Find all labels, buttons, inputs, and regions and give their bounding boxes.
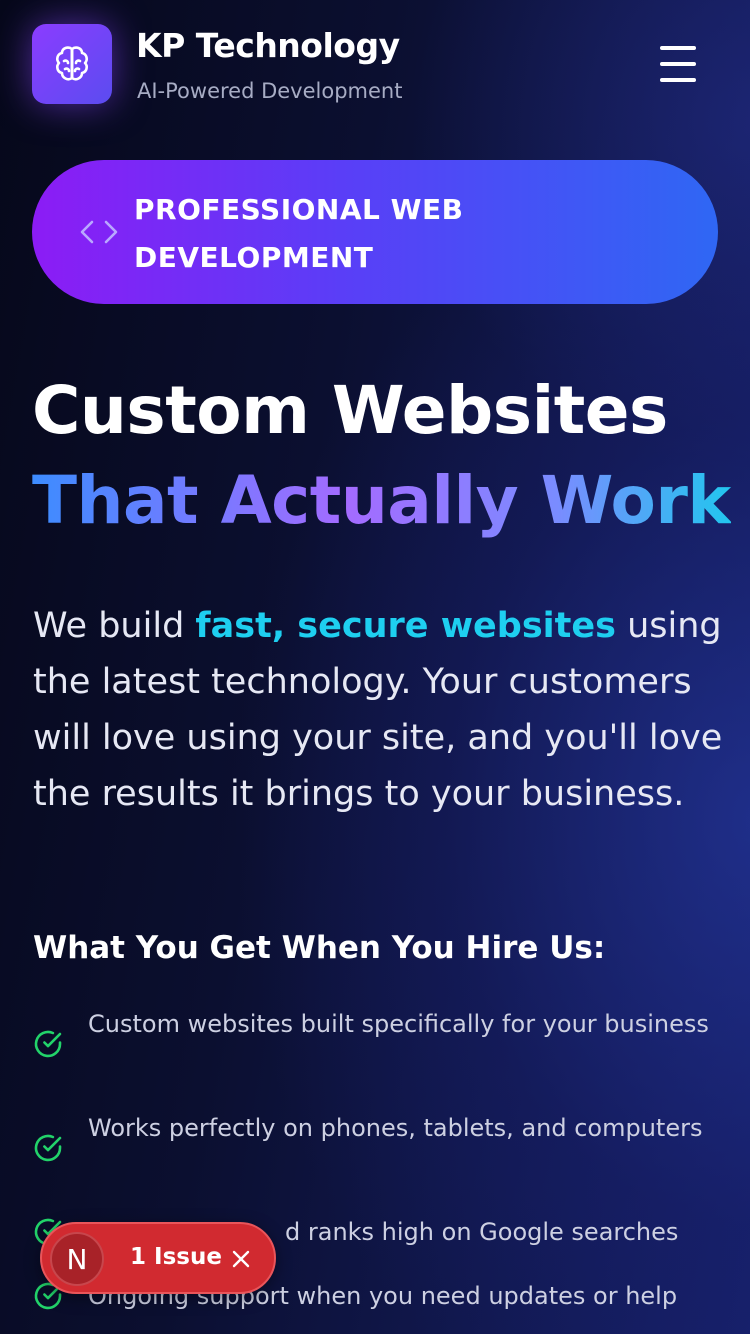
headline-line-2: That Actually Work [32, 462, 731, 539]
close-icon[interactable] [232, 1250, 250, 1268]
lead-prefix: We build [33, 606, 196, 646]
code-brackets-icon [80, 220, 118, 244]
page: KP Technology AI-Powered Development PRO… [0, 0, 750, 1334]
issue-avatar[interactable]: N [50, 1232, 104, 1286]
issue-count-label[interactable]: 1 Issue [130, 1244, 222, 1270]
check-circle-icon [34, 1030, 62, 1058]
badge-label: PROFESSIONAL WEB DEVELOPMENT [134, 193, 464, 274]
benefits-heading: What You Get When You Hire Us: [33, 930, 606, 966]
headline-line-1: Custom Websites [32, 372, 668, 449]
lead-paragraph: We build fast, secure websites using the… [33, 598, 723, 822]
logo[interactable] [32, 24, 112, 104]
brand-subtitle: AI-Powered Development [137, 79, 403, 103]
hamburger-menu-button[interactable] [656, 44, 698, 84]
brain-icon [56, 46, 88, 81]
issue-indicator[interactable]: N 1 Issue [40, 1222, 276, 1294]
list-item-text: Custom websites built specifically for y… [88, 1010, 709, 1038]
lead-highlight: fast, secure websites [195, 606, 616, 646]
list-item-text: d ranks high on Google searches [285, 1218, 679, 1246]
list-item-text: Works perfectly on phones, tablets, and … [88, 1114, 703, 1142]
check-circle-icon [34, 1134, 62, 1162]
brand-title[interactable]: KP Technology [136, 26, 400, 65]
